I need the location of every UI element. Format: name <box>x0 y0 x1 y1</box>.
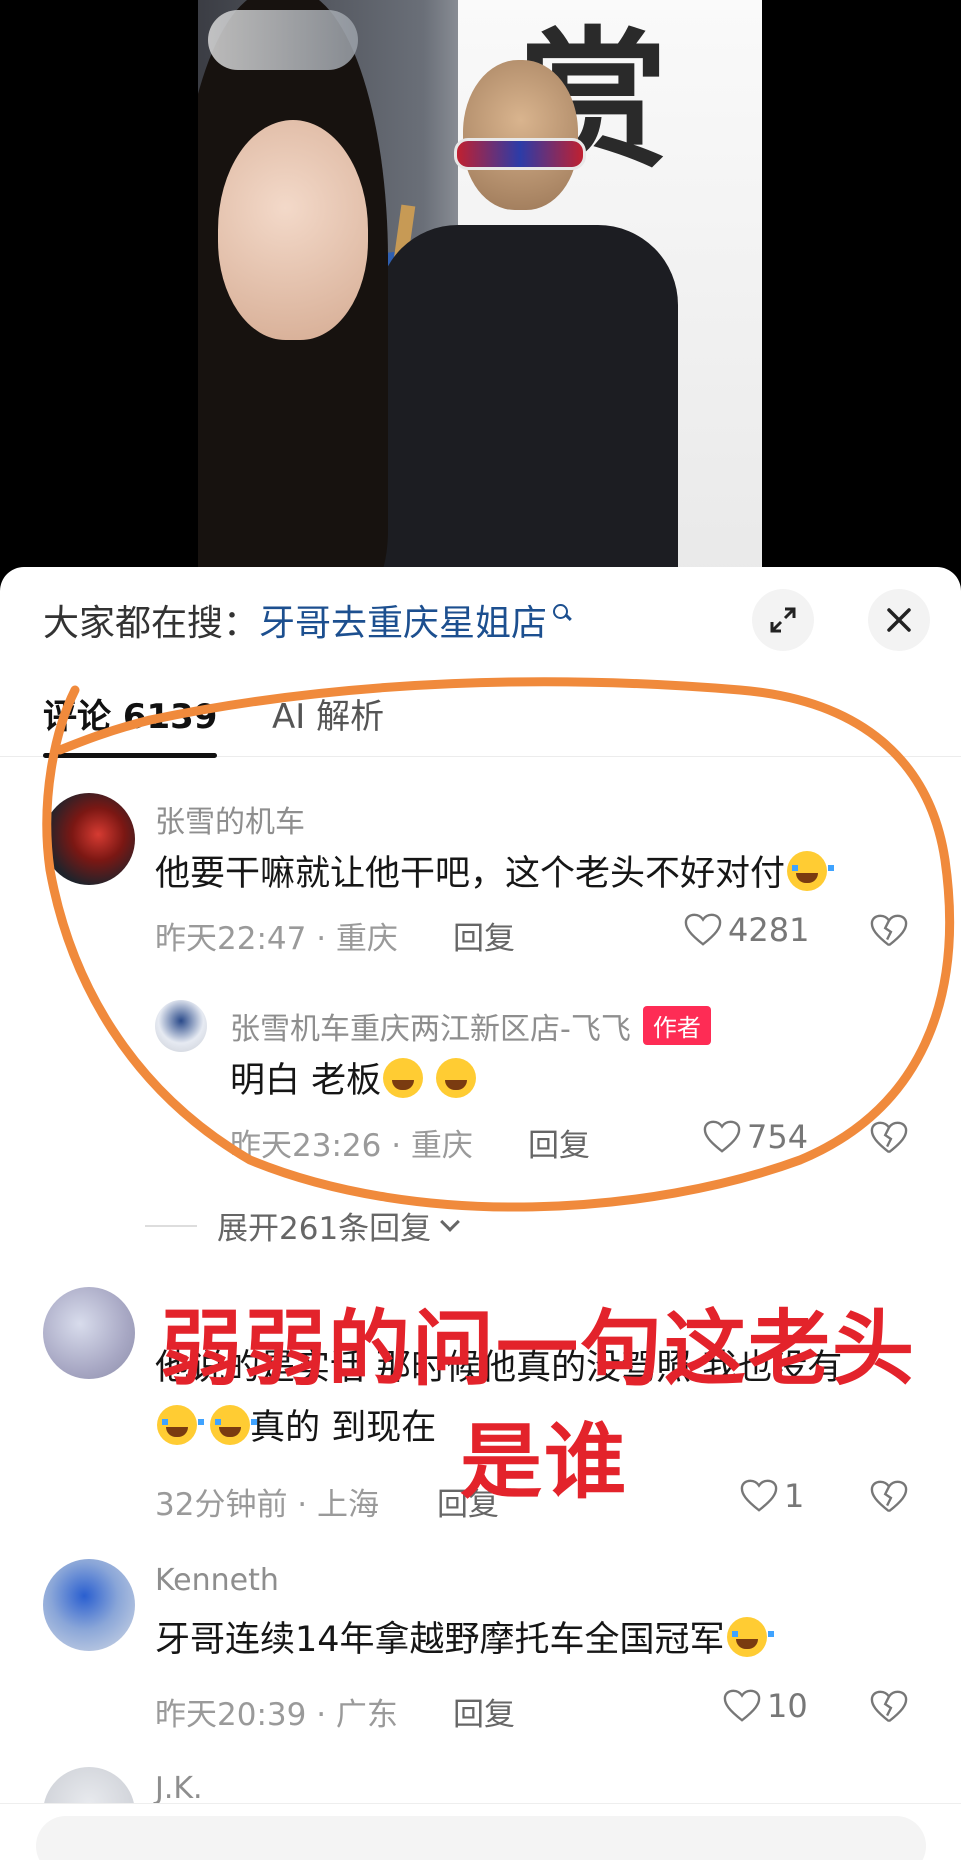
comment-username[interactable]: J.K. <box>155 1771 203 1806</box>
tab-ai-analysis[interactable]: AI 解析 <box>272 677 384 757</box>
video-frame: 赏 <box>198 0 762 580</box>
reply-text: 明白 老板 <box>230 1052 477 1103</box>
comment-username[interactable]: Kenneth <box>155 1563 279 1598</box>
heart-icon <box>703 1120 741 1153</box>
avatar[interactable] <box>43 1559 135 1651</box>
caption-line-2: 是谁 <box>460 1415 629 1510</box>
comment-text-body: 牙哥连续14年拿越野摩托车全国冠军 <box>155 1620 725 1660</box>
broken-heart-icon <box>870 1121 908 1154</box>
comment-time-location: 昨天22:47 · 重庆 <box>155 921 398 957</box>
reply-username-text: 张雪机车重庆两江新区店-飞飞 <box>230 1012 631 1047</box>
crying-emoji-icon <box>726 1617 774 1657</box>
laughing-emoji-icon <box>383 1058 424 1098</box>
heart-icon <box>684 913 722 946</box>
trending-search-term[interactable]: 牙哥去重庆星姐店 <box>259 594 547 646</box>
like-count: 754 <box>747 1118 809 1156</box>
like-count: 4281 <box>728 911 810 949</box>
like-button[interactable]: 754 <box>703 1118 808 1156</box>
expand-icon <box>770 607 796 633</box>
reply-button[interactable]: 回复 <box>453 913 515 958</box>
trending-search-prefix: 大家都在搜： <box>43 603 260 644</box>
heart-icon <box>723 1689 761 1722</box>
comment-text-body: 他要干嘛就让他干吧，这个老头不好对付 <box>155 854 786 894</box>
avatar[interactable] <box>155 1000 207 1052</box>
broken-heart-icon <box>870 1480 908 1513</box>
crying-emoji-icon <box>787 851 835 891</box>
comment-tabs: 评论 6139 AI 解析 <box>0 677 961 758</box>
close-icon <box>887 608 911 632</box>
like-button[interactable]: 10 <box>723 1687 808 1725</box>
fullscreen-button[interactable] <box>752 589 814 651</box>
comment-input[interactable] <box>36 1816 926 1860</box>
author-badge: 作者 <box>642 1006 711 1045</box>
like-count: 10 <box>767 1687 808 1725</box>
woman-figure <box>198 0 398 580</box>
expand-replies-button[interactable]: 展开261条回复 <box>145 1203 461 1248</box>
reply-text-body: 明白 老板 <box>230 1061 382 1101</box>
crying-emoji-icon <box>157 1405 204 1445</box>
comment-text-body: 真的 到现在 <box>250 1408 437 1448</box>
comment-text-line2: 真的 到现在 <box>155 1399 436 1450</box>
search-icon <box>551 602 573 624</box>
expand-replies-label: 展开261条回复 <box>217 1211 432 1247</box>
broken-heart-icon <box>870 914 908 947</box>
dislike-button[interactable] <box>870 1689 908 1729</box>
divider-line <box>145 1224 197 1227</box>
avatar[interactable] <box>43 1287 135 1379</box>
dislike-button[interactable] <box>870 913 908 953</box>
man-figure <box>358 60 718 580</box>
comment-time-location: 昨天20:39 · 广东 <box>155 1697 398 1733</box>
tab-comments[interactable]: 评论 6139 <box>43 677 218 758</box>
comment-sheet: 大家都在搜： 牙哥去重庆星姐店 评论 6139 AI 解析 张雪的机车 他要干嘛… <box>0 567 961 1860</box>
crying-emoji-icon <box>210 1405 258 1445</box>
comment-text: 牙哥连续14年拿越野摩托车全国冠军 <box>155 1611 774 1662</box>
avatar[interactable] <box>43 793 135 885</box>
reply-button[interactable]: 回复 <box>528 1120 590 1165</box>
comment-input-bar <box>0 1803 961 1860</box>
comment-username[interactable]: 张雪的机车 <box>155 797 305 841</box>
chevron-down-icon <box>440 1211 461 1232</box>
reply-username[interactable]: 张雪机车重庆两江新区店-飞飞 作者 <box>230 1004 711 1048</box>
trending-search[interactable]: 大家都在搜： 牙哥去重庆星姐店 <box>43 595 573 645</box>
caption-line-1: 弱弱的问一句这老头 <box>160 1302 917 1397</box>
dislike-button[interactable] <box>870 1479 908 1519</box>
like-button[interactable]: 4281 <box>684 911 809 949</box>
video-player[interactable]: 赏 <box>0 0 961 580</box>
broken-heart-icon <box>870 1690 908 1723</box>
reply-time-location: 昨天23:26 · 重庆 <box>230 1128 473 1164</box>
like-count: 1 <box>784 1477 805 1515</box>
heart-icon <box>740 1479 778 1512</box>
like-button[interactable]: 1 <box>740 1477 804 1515</box>
comment-time-location: 32分钟前 · 上海 <box>155 1487 380 1523</box>
reply-button[interactable]: 回复 <box>453 1689 515 1734</box>
close-button[interactable] <box>868 589 930 651</box>
laughing-emoji-icon <box>436 1058 477 1098</box>
dislike-button[interactable] <box>870 1120 908 1160</box>
comment-text: 他要干嘛就让他干吧，这个老头不好对付 <box>155 845 835 896</box>
